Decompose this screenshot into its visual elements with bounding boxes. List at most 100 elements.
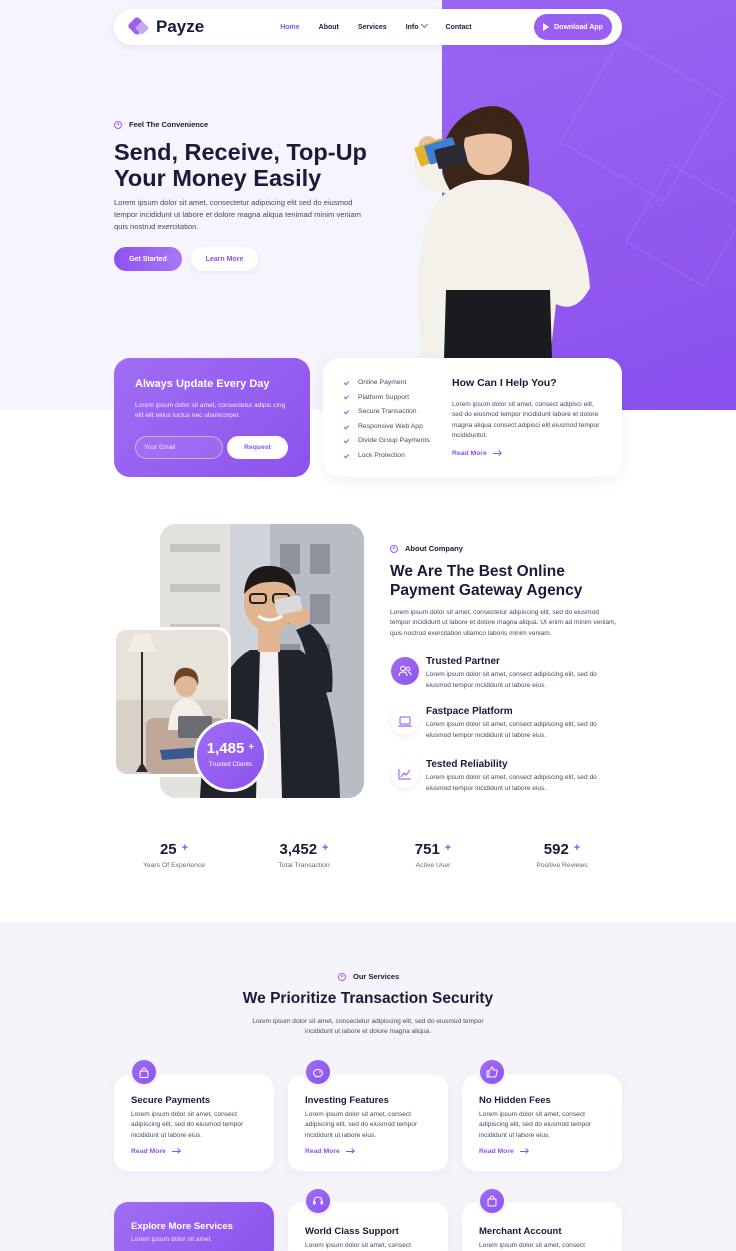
- read-more-label: Read More: [479, 1148, 514, 1155]
- service-read-more-link[interactable]: Read More: [305, 1148, 354, 1155]
- nav-info[interactable]: Info: [405, 20, 428, 31]
- services-eyebrow: Our Services: [338, 972, 399, 981]
- bag-icon: [477, 1186, 507, 1216]
- learn-more-button[interactable]: Learn More: [191, 247, 258, 271]
- checklist-label: Secure Transaction: [358, 408, 417, 416]
- checklist-label: Platform Support: [358, 393, 409, 401]
- stat-value: 3,452: [279, 841, 318, 858]
- laptop-icon: [391, 707, 419, 735]
- nav-contact[interactable]: Contact: [446, 24, 472, 31]
- feature-text: Lorem ipsum dolor sit amet, consect adip…: [426, 671, 597, 689]
- stat-value: 25: [159, 841, 177, 858]
- nav-services[interactable]: Services: [358, 24, 387, 31]
- about-eyebrow: About Company: [390, 544, 463, 553]
- play-icon: [543, 23, 550, 31]
- nav-home[interactable]: Home: [280, 24, 299, 31]
- stat-label: Years Of Experience: [142, 862, 206, 869]
- thumbs-up-icon: [477, 1057, 507, 1087]
- stat-label: Total Transaction: [278, 862, 330, 869]
- service-title: Investing Features: [305, 1095, 389, 1106]
- update-card-title: Always Update Every Day: [135, 378, 270, 390]
- arrow-right-icon: [345, 1150, 354, 1153]
- service-card-merchant-account: Merchant Account Lorem ipsum dolor sit a…: [462, 1186, 622, 1251]
- trusted-clients-badge: 1,485 + Trusted Clients: [194, 719, 267, 792]
- service-card-world-class-support: World Class Support Lorem ipsum dolor si…: [288, 1186, 448, 1251]
- read-more-label: Read More: [452, 450, 487, 457]
- about-text: Lorem ipsum dolor sit amet, consectetur …: [390, 609, 617, 637]
- target-dot-icon: [338, 972, 346, 981]
- piggy-bank-icon: [303, 1057, 333, 1087]
- read-more-label: Read More: [305, 1148, 340, 1155]
- get-started-button[interactable]: Get Started: [114, 247, 182, 271]
- service-card-investing: Investing Features Lorem ipsum dolor sit…: [288, 1057, 448, 1171]
- logo-text: Payze: [156, 17, 205, 36]
- stat-plus: +: [573, 842, 581, 854]
- download-app-button[interactable]: Download App: [534, 14, 612, 40]
- feature-text: Lorem ipsum dolor sit amet, consect adip…: [426, 774, 597, 792]
- explore-services-card[interactable]: Explore More Services Lorem ipsum dolor …: [114, 1202, 274, 1251]
- stat-years: 25 + Years Of Experience: [119, 841, 229, 869]
- stat-label: Active User: [415, 862, 451, 869]
- lock-icon: [129, 1057, 159, 1087]
- service-title: Secure Payments: [131, 1095, 211, 1106]
- help-read-more-link[interactable]: Read More: [452, 450, 501, 457]
- check-icon: [343, 394, 350, 400]
- services-text: Lorem ipsum dolor sit amet, consectetur …: [252, 1018, 484, 1036]
- stat-value: 592: [543, 841, 569, 858]
- explore-text: Lorem ipsum dolor sit amet.: [131, 1236, 213, 1243]
- target-dot-icon: [390, 544, 398, 553]
- target-dot-icon: [114, 120, 122, 129]
- logo[interactable]: Payze: [128, 16, 204, 38]
- stat-plus: +: [181, 842, 189, 854]
- stat-active-users: 751 + Active User: [378, 841, 488, 869]
- hero-woman-image: [414, 106, 590, 358]
- email-input[interactable]: [135, 436, 223, 459]
- explore-title: Explore More Services: [131, 1221, 233, 1232]
- support-icon: [303, 1186, 333, 1216]
- service-card-no-hidden-fees: No Hidden Fees Lorem ipsum dolor sit ame…: [462, 1057, 622, 1171]
- service-text: Lorem ipsum dolor sit amet, consect: [479, 1242, 585, 1249]
- services-title: We Prioritize Transaction Security: [242, 990, 494, 1007]
- help-card: Online Payment Platform Support Secure T…: [323, 358, 622, 477]
- feature-title: Trusted Partner: [426, 656, 500, 667]
- hero-eyebrow: Feel The Convenience: [114, 120, 208, 129]
- clients-count: 1,485: [206, 740, 245, 757]
- services-eyebrow-text: Our Services: [353, 972, 400, 981]
- service-title: No Hidden Fees: [479, 1095, 551, 1106]
- help-card-title: How Can I Help You?: [452, 377, 557, 389]
- check-icon: [343, 452, 350, 459]
- read-more-label: Read More: [131, 1148, 166, 1155]
- hero-title: Send, Receive, Top-Up Your Money Easily: [114, 139, 367, 191]
- check-icon: [343, 423, 350, 429]
- about-eyebrow-text: About Company: [405, 544, 463, 553]
- nav-about[interactable]: About: [319, 24, 339, 31]
- feature-checklist: Online Payment Platform Support Secure T…: [343, 376, 430, 464]
- service-text: Lorem ipsum dolor sit amet, consect adip…: [305, 1111, 418, 1139]
- hero-text: Lorem ipsum dolor sit amet, consectetur …: [114, 198, 361, 231]
- nav-menu: Home About Services Info Contact: [280, 20, 490, 31]
- checklist-item: Lock Protection: [343, 449, 430, 464]
- help-card-text: Lorem ipsum dolor sit amet, consect adip…: [452, 401, 600, 439]
- stat-plus: +: [322, 842, 329, 854]
- request-button[interactable]: Request: [227, 436, 288, 459]
- nav-info-label: Info: [405, 23, 419, 31]
- checklist-label: Divide Group Payments: [358, 437, 430, 445]
- chevron-down-icon: [420, 20, 428, 28]
- service-text: Lorem ipsum dolor sit amet, consect adip…: [479, 1111, 592, 1139]
- update-card: Always Update Every Day Lorem ipsum dolo…: [114, 358, 310, 477]
- service-read-more-link[interactable]: Read More: [479, 1148, 528, 1155]
- service-read-more-link[interactable]: Read More: [131, 1148, 180, 1155]
- checklist-label: Responsive Web App: [358, 422, 423, 430]
- clients-label: Trusted Clients: [208, 761, 253, 768]
- service-title: Merchant Account: [479, 1226, 562, 1237]
- about-title: We Are The Best Online Payment Gateway A…: [390, 563, 583, 599]
- navbar: Payze Home About Services Info Contact D…: [114, 9, 622, 45]
- feature-tested-reliability: Tested Reliability Lorem ipsum dolor sit…: [391, 759, 621, 803]
- stat-transactions: 3,452 + Total Transaction: [249, 841, 359, 869]
- checklist-item: Online Payment: [343, 376, 430, 391]
- feature-title: Fastpace Platform: [426, 706, 513, 717]
- feature-trusted-partner: Trusted Partner Lorem ipsum dolor sit am…: [391, 656, 621, 700]
- clients-plus: +: [248, 742, 255, 753]
- check-icon: [343, 408, 350, 415]
- checklist-item: Platform Support: [343, 391, 430, 406]
